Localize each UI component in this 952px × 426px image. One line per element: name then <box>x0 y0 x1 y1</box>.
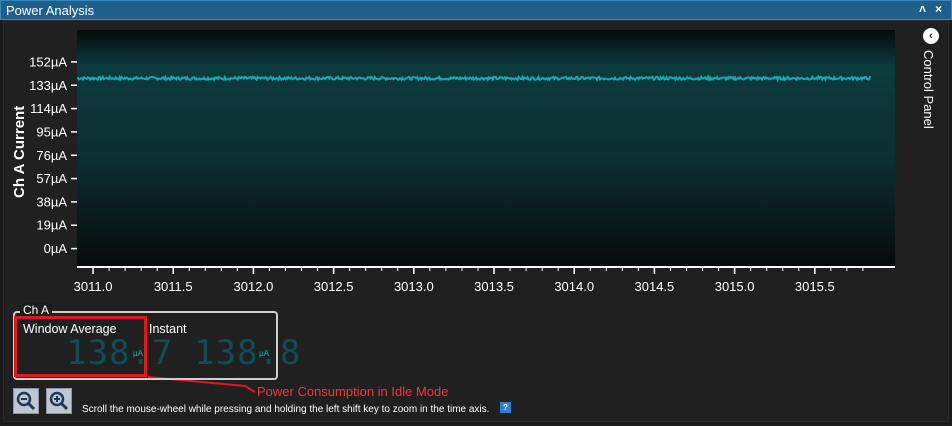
x-tick-label: 3013.5 <box>474 279 514 294</box>
plot-area[interactable] <box>77 30 895 267</box>
y-tick-label: 57µA <box>36 171 67 186</box>
zoom-out-button[interactable] <box>13 388 39 414</box>
zoom-out-icon <box>16 391 36 411</box>
x-tick-label: 3015.0 <box>715 279 755 294</box>
highlight-box <box>14 316 147 377</box>
y-tick-label: 152µA <box>29 54 67 69</box>
x-tick-label: 3013.0 <box>394 279 434 294</box>
instant-value: 138.8 <box>194 333 302 373</box>
x-tick-label: 3014.0 <box>554 279 594 294</box>
help-icon[interactable]: ? <box>500 402 511 413</box>
y-tick-label: 114µA <box>30 101 67 116</box>
y-tick-label: 19µA <box>36 218 67 233</box>
x-tick-label: 3012.5 <box>314 279 354 294</box>
x-tick-label: 3012.0 <box>234 279 274 294</box>
y-tick-label: 38µA <box>36 194 67 209</box>
instant-unit: µA <box>259 349 269 358</box>
zoom-hint-text: Scroll the mouse-wheel while pressing an… <box>82 404 490 415</box>
zoom-in-icon <box>49 391 69 411</box>
x-tick-label: 3015.5 <box>795 279 835 294</box>
annotation-text: Power Consumption in Idle Mode <box>257 384 449 399</box>
x-tick-label: 3011.5 <box>154 279 193 294</box>
x-tick-label: 3011.0 <box>74 279 113 294</box>
channel-a-label: Ch A <box>20 303 53 317</box>
x-tick-label: 3014.5 <box>635 279 675 294</box>
zoom-in-button[interactable] <box>46 388 72 414</box>
y-tick-label: 0µA <box>44 241 68 256</box>
y-tick-label: 133µA <box>29 78 67 93</box>
instant-title: Instant <box>149 322 187 336</box>
y-tick-label: 95µA <box>36 124 67 139</box>
y-tick-label: 76µA <box>36 148 67 163</box>
y-axis-label: Ch A Current <box>11 106 28 198</box>
